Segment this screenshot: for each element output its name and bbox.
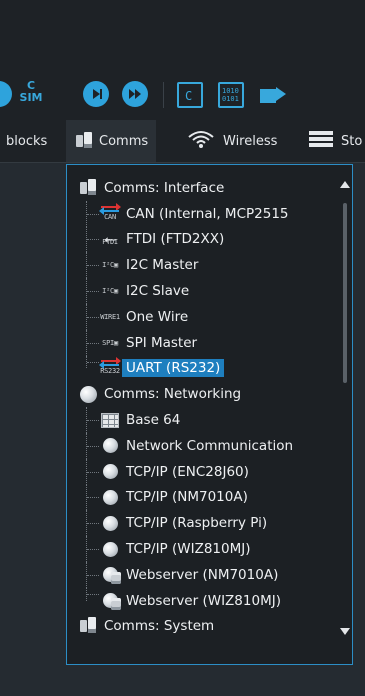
item-label: Base 64 [126, 412, 181, 429]
globe-icon [99, 463, 121, 481]
list-item-webserver-wiz810mj[interactable]: Webserver (WIZ810MJ) [77, 587, 339, 614]
step-over-icon[interactable] [122, 81, 148, 107]
category-comms-system[interactable]: Comms: System [77, 614, 339, 640]
i2c-icon: I²C▣ [102, 261, 118, 270]
category-comms-networking[interactable]: Comms: Networking [77, 381, 339, 407]
tab-wireless-label: Wireless [223, 133, 278, 149]
comms-icon [76, 132, 92, 150]
globe-icon [99, 437, 121, 455]
item-label: TCP/IP (NM7010A) [126, 489, 248, 506]
item-label: Webserver (WIZ810MJ) [126, 592, 281, 609]
list-item-i2c-master[interactable]: I²C▣ I2C Master [77, 252, 339, 279]
can-icon: CAN [99, 202, 121, 223]
comms-dropdown-panel: Comms: Interface CAN CAN (Internal, MCP2… [66, 164, 353, 665]
tab-comms-label: Comms [99, 133, 149, 149]
one-wire-icon: WIRE1 [100, 312, 120, 321]
item-label: CAN (Internal, MCP2515 [126, 205, 289, 222]
globe-icon [99, 514, 121, 532]
tab-storage[interactable]: Sto [308, 120, 362, 162]
tab-storage-label: Sto [341, 133, 363, 149]
list-item-tcpip-wiz810mj[interactable]: TCP/IP (WIZ810MJ) [77, 536, 339, 562]
storage-icon [308, 130, 334, 152]
i2c-icon: I²C▣ [102, 287, 118, 296]
step-into-icon[interactable] [83, 81, 109, 107]
tab-blocks-label: blocks [6, 133, 48, 149]
tab-comms[interactable]: Comms [66, 120, 157, 162]
webserver-icon [99, 566, 121, 584]
tab-wireless[interactable]: Wireless [186, 120, 277, 162]
item-label: FTDI (FTD2XX) [126, 231, 225, 248]
list-item-uart[interactable]: RS232 UART (RS232) [77, 355, 339, 382]
rs232-icon: RS232 [99, 357, 121, 377]
list-item-spi-master[interactable]: SPI▣ SPI Master [77, 329, 339, 356]
binary-icon[interactable]: 1010 0101 [218, 82, 244, 108]
category-comms-interface[interactable]: Comms: Interface [77, 175, 339, 201]
list-item-tcpip-enc28j60[interactable]: TCP/IP (ENC28J60) [77, 458, 339, 485]
category-label: Comms: Interface [104, 179, 225, 196]
webserver-icon [99, 592, 121, 610]
item-label: I2C Master [126, 257, 199, 274]
item-label: I2C Slave [126, 283, 190, 300]
system-category-icon [77, 617, 99, 635]
svg-text:0101: 0101 [222, 95, 239, 103]
list-item-base64[interactable]: Base 64 [77, 407, 339, 433]
tab-blocks[interactable]: blocks [6, 120, 47, 162]
c-code-icon[interactable]: C [177, 82, 203, 108]
list-item-one-wire[interactable]: WIRE1 One Wire [77, 303, 339, 330]
globe-icon [99, 540, 121, 558]
dropdown-scrollbar[interactable] [340, 175, 350, 655]
item-label: UART (RS232) [122, 359, 225, 378]
usb-icon: ⭠ FTDI [102, 230, 118, 249]
list-item-webserver-nm7010a[interactable]: Webserver (NM7010A) [77, 561, 339, 588]
list-item-ftdi[interactable]: ⭠ FTDI FTDI (FTD2XX) [77, 226, 339, 253]
sim-bottom-label: SIM [19, 91, 43, 104]
list-item-tcpip-nm7010a[interactable]: TCP/IP (NM7010A) [77, 484, 339, 511]
category-label: Comms: Networking [104, 386, 242, 403]
program-chip-icon[interactable] [258, 81, 286, 107]
spi-icon: SPI▣ [102, 338, 118, 347]
list-item-tcpip-raspberry-pi[interactable]: TCP/IP (Raspberry Pi) [77, 510, 339, 537]
category-label: Comms: System [104, 618, 215, 635]
scroll-thumb[interactable] [343, 203, 347, 383]
scroll-up-icon[interactable] [340, 181, 350, 188]
item-label: SPI Master [126, 334, 198, 351]
list-item-can[interactable]: CAN CAN (Internal, MCP2515 [77, 200, 339, 227]
globe-icon [99, 488, 121, 506]
interface-category-icon [77, 178, 99, 197]
item-label: TCP/IP (Raspberry Pi) [126, 515, 268, 532]
item-label: TCP/IP (WIZ810MJ) [126, 541, 251, 558]
table-grid-icon [99, 411, 121, 429]
item-label: Network Communication [126, 437, 294, 454]
item-label: Webserver (NM7010A) [126, 566, 279, 583]
scroll-down-icon[interactable] [340, 628, 350, 635]
wifi-icon [186, 129, 216, 153]
c-sim-icon[interactable]: C SIM [18, 80, 44, 108]
svg-text:1010: 1010 [222, 87, 239, 95]
toolbar-divider [163, 82, 164, 108]
title-area [0, 0, 365, 78]
item-label: One Wire [126, 308, 189, 325]
item-label: TCP/IP (ENC28J60) [126, 463, 249, 480]
list-item-network-communication[interactable]: Network Communication [77, 432, 339, 459]
svg-text:C: C [185, 89, 192, 103]
list-item-i2c-slave[interactable]: I²C▣ I2C Slave [77, 278, 339, 304]
globe-icon [77, 385, 99, 403]
component-tree: Comms: Interface CAN CAN (Internal, MCP2… [77, 175, 339, 655]
